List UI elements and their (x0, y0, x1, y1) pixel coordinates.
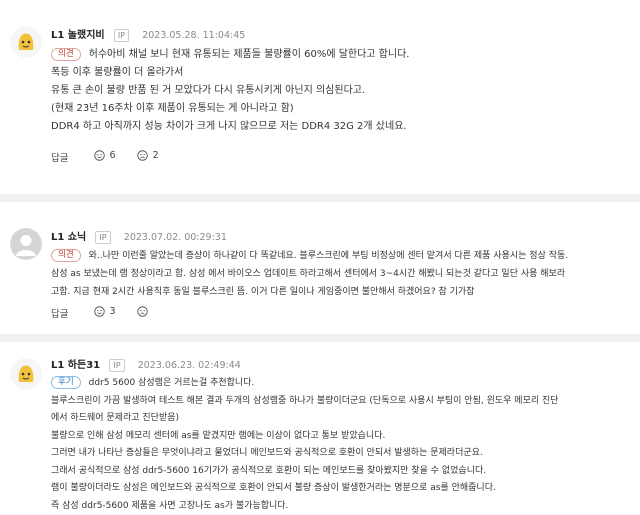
comment-nickname[interactable]: L1 하든31 (51, 360, 100, 371)
comment-line: 블루스크린이 가끔 발생하여 테스트 해본 결과 두개의 삼성램중 하나가 불량… (51, 393, 631, 411)
comment-body: 의견 허수아비 채널 보니 현재 유통되는 제품들 불량률이 60%에 달한다고 … (51, 46, 631, 136)
opinion-badge: 의견 (51, 48, 81, 61)
comment-line: ddr5 5600 삼성램은 거르는걸 추천합니다. (89, 378, 255, 388)
lego-avatar-icon[interactable] (10, 358, 42, 390)
comment-item: L1 놀랬지비 IP 2023.05.28. 11:04:45 의견 허수아비 채… (0, 0, 640, 192)
comment-line: 불량으로 인해 삼성 메모리 센터에 as를 맡겼지만 램에는 이상이 없다고 … (51, 428, 631, 446)
smile-icon (94, 150, 105, 161)
downvote-button[interactable]: 2 (137, 150, 159, 161)
frown-icon (137, 306, 148, 317)
frown-icon (137, 150, 148, 161)
comment-date: 2023.07.02. 00:29:31 (124, 232, 227, 243)
ip-tag: IP (114, 29, 129, 42)
comment-nickname[interactable]: L1 놀랬지비 (51, 30, 105, 41)
comment-line: DDR4 하고 아직까지 성능 차이가 크게 나지 않으므로 저는 DDR4 3… (51, 118, 631, 136)
comment-body: 후기 ddr5 5600 삼성램은 거르는걸 추천합니다. 블루스크린이 가끔 발… (51, 375, 631, 515)
comment-line: (현재 23년 16주차 이후 제품이 유통되는 게 아니라고 함) (51, 100, 631, 118)
comment-date: 2023.06.23. 02:49:44 (138, 360, 241, 371)
comment-date: 2023.05.28. 11:04:45 (142, 30, 245, 41)
comment-line: 허수아비 채널 보니 현재 유통되는 제품들 불량률이 60%에 달한다고 합니… (89, 49, 410, 60)
comment-line: 와..나만 이런줄 알았는데 증상이 하나같이 다 똑같네요. 블루스크린에 부… (89, 251, 569, 261)
comment-line: 그래서 공식적으로 삼성 ddr5-5600 16기가가 공식적으로 호환이 되… (51, 463, 631, 481)
upvote-count: 3 (110, 306, 116, 317)
ip-tag: IP (95, 231, 110, 244)
comment-divider (0, 194, 640, 202)
ip-tag: IP (109, 359, 124, 372)
downvote-count: 2 (153, 150, 159, 161)
lego-avatar-icon[interactable] (10, 26, 42, 58)
comment-line: 에서 하드웨어 문제라고 진단받음) (51, 410, 631, 428)
comment-line: 유통 큰 손이 불량 반품 된 거 모았다가 다시 유통시키게 아닌지 의심된다… (51, 82, 631, 100)
comment-divider (0, 334, 640, 342)
comment-line: 폭등 이후 불량률이 더 올라가서 (51, 64, 631, 82)
comment-line: 램이 불량이더라도 삼성은 메인보드와 공식적으로 호환이 안되서 불량 증상이… (51, 480, 631, 498)
reply-button[interactable]: 답글 (51, 309, 68, 320)
comment-item: L1 하든31 IP 2023.06.23. 02:49:44 후기 ddr5 5… (0, 342, 640, 511)
upvote-count: 6 (110, 150, 116, 161)
comment-line: 즉 삼성 ddr5-5600 제품을 사면 고장나도 as가 불가능합니다. (51, 498, 631, 515)
smile-icon (94, 306, 105, 317)
comment-body: 의견 와..나만 이런줄 알았는데 증상이 하나같이 다 똑같네요. 블루스크린에… (51, 247, 631, 301)
default-avatar-icon[interactable] (10, 228, 42, 260)
comment-item: L1 쇼닉 IP 2023.07.02. 00:29:31 의견 와..나만 이런… (0, 202, 640, 332)
upvote-button[interactable]: 3 (94, 306, 116, 317)
comment-line: 그러면 내가 나타난 증상들은 무엇이냐라고 물었더니 메인보드와 공식적으로 … (51, 445, 631, 463)
review-badge: 후기 (51, 376, 81, 389)
comment-line: 고함. 지금 현재 2시간 사용직후 동일 블루스크린 뜸. 이거 다른 일이나… (51, 283, 631, 301)
downvote-button[interactable] (137, 306, 153, 317)
upvote-button[interactable]: 6 (94, 150, 116, 161)
opinion-badge: 의견 (51, 249, 81, 262)
comment-line: 삼성 as 보냈는데 램 정상이라고 함. 삼성 에서 바이오스 업데이트 하라… (51, 265, 631, 283)
reply-button[interactable]: 답글 (51, 153, 68, 164)
comment-nickname[interactable]: L1 쇼닉 (51, 232, 86, 243)
